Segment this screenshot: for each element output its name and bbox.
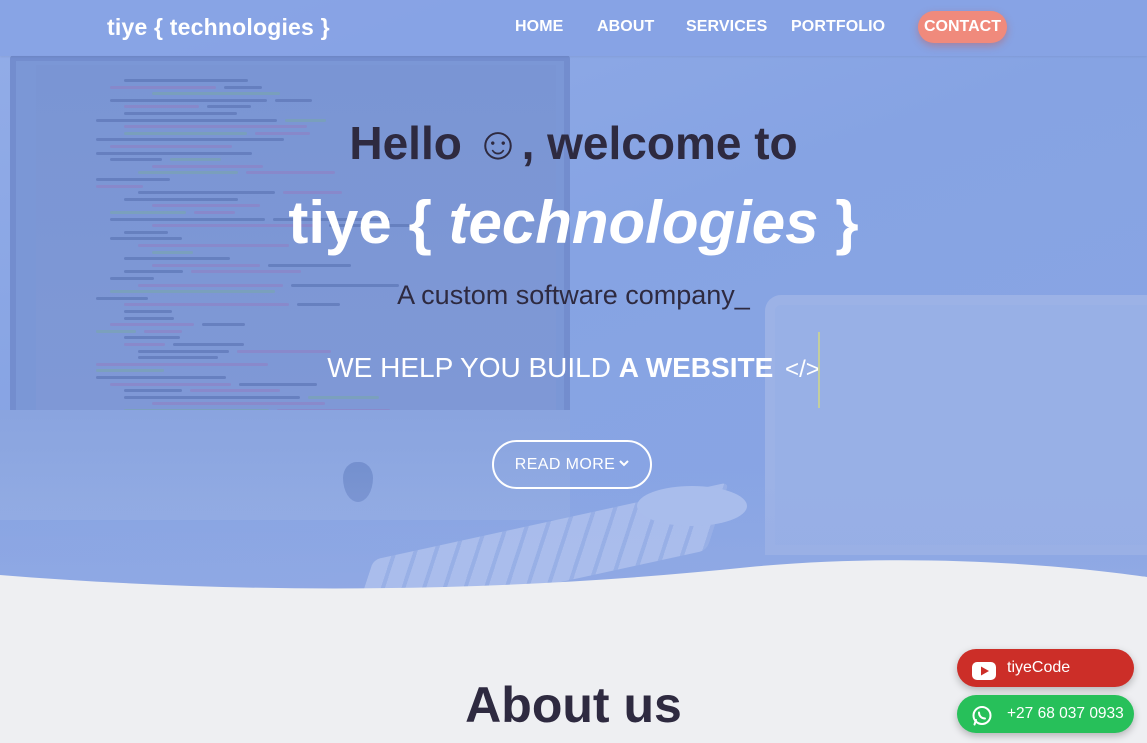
code-line <box>124 389 183 393</box>
code-line <box>110 98 268 102</box>
typed-highlight: A WEBSITE <box>618 352 774 383</box>
hero-brand-suffix: } <box>818 189 859 256</box>
hero-brand-prefix: tiye { <box>288 189 449 256</box>
code-line <box>124 316 174 320</box>
code-line <box>152 402 325 406</box>
read-more-button[interactable]: READ MORE <box>492 440 652 489</box>
whatsapp-float-button[interactable]: +27 68 037 0933 <box>957 695 1134 733</box>
nav-about[interactable]: ABOUT <box>597 18 654 36</box>
nav-home[interactable]: HOME <box>515 18 563 36</box>
code-line <box>124 336 181 340</box>
code-line <box>207 105 252 109</box>
page: Hello ☺, welcome to tiye { technologies … <box>0 0 1147 743</box>
code-line <box>275 98 313 102</box>
code-icon: </> <box>785 356 820 383</box>
code-line <box>173 343 244 346</box>
code-line <box>246 171 335 175</box>
hero-brand-title: tiye { technologies } <box>0 188 1147 257</box>
code-line <box>110 85 217 89</box>
nav-contact-button[interactable]: CONTACT <box>918 11 1007 43</box>
youtube-float-button[interactable]: tiyeCode <box>957 649 1134 687</box>
code-line <box>138 171 239 175</box>
code-line <box>124 105 200 109</box>
read-more-label: READ MORE <box>514 456 616 473</box>
code-line <box>144 329 182 333</box>
code-line <box>96 329 137 333</box>
youtube-icon <box>971 658 996 680</box>
code-line <box>190 389 280 393</box>
youtube-label: tiyeCode <box>1007 659 1071 676</box>
code-line <box>307 395 380 399</box>
code-line <box>190 270 302 274</box>
code-line <box>96 178 170 181</box>
hero-section: Hello ☺, welcome to tiye { technologies … <box>0 0 1147 600</box>
code-line <box>224 85 262 89</box>
whatsapp-label: +27 68 037 0933 <box>1007 705 1124 722</box>
whatsapp-icon <box>971 704 995 726</box>
code-line <box>124 112 238 115</box>
navbar: tiye { technologies } HOME ABOUT SERVICE… <box>0 0 1147 56</box>
code-line <box>124 79 249 82</box>
code-line <box>152 263 261 267</box>
about-faint-text <box>4 723 424 743</box>
hero-greeting: Hello ☺, welcome to <box>349 117 798 169</box>
nav-portfolio[interactable]: PORTFOLIO <box>791 18 885 36</box>
code-line <box>110 323 195 327</box>
code-line <box>124 270 183 274</box>
code-line <box>124 343 166 346</box>
hero-brand-accent: technologies <box>448 189 819 256</box>
code-line <box>124 395 300 399</box>
typed-prefix: WE HELP YOU BUILD <box>327 352 619 383</box>
nav-services[interactable]: SERVICES <box>686 18 767 36</box>
hero-tagline: A custom software company_ <box>397 280 750 310</box>
hero-wave-divider <box>0 560 1147 600</box>
code-line <box>202 323 245 327</box>
code-line <box>268 263 352 267</box>
chevron-down-icon <box>619 442 629 487</box>
code-line <box>124 257 231 261</box>
code-line <box>152 92 281 96</box>
typed-cursor <box>818 332 820 408</box>
mouse-illustration <box>637 486 747 526</box>
hero-typed-text: WE HELP YOU BUILD A WEBSITE </> <box>0 352 1147 384</box>
